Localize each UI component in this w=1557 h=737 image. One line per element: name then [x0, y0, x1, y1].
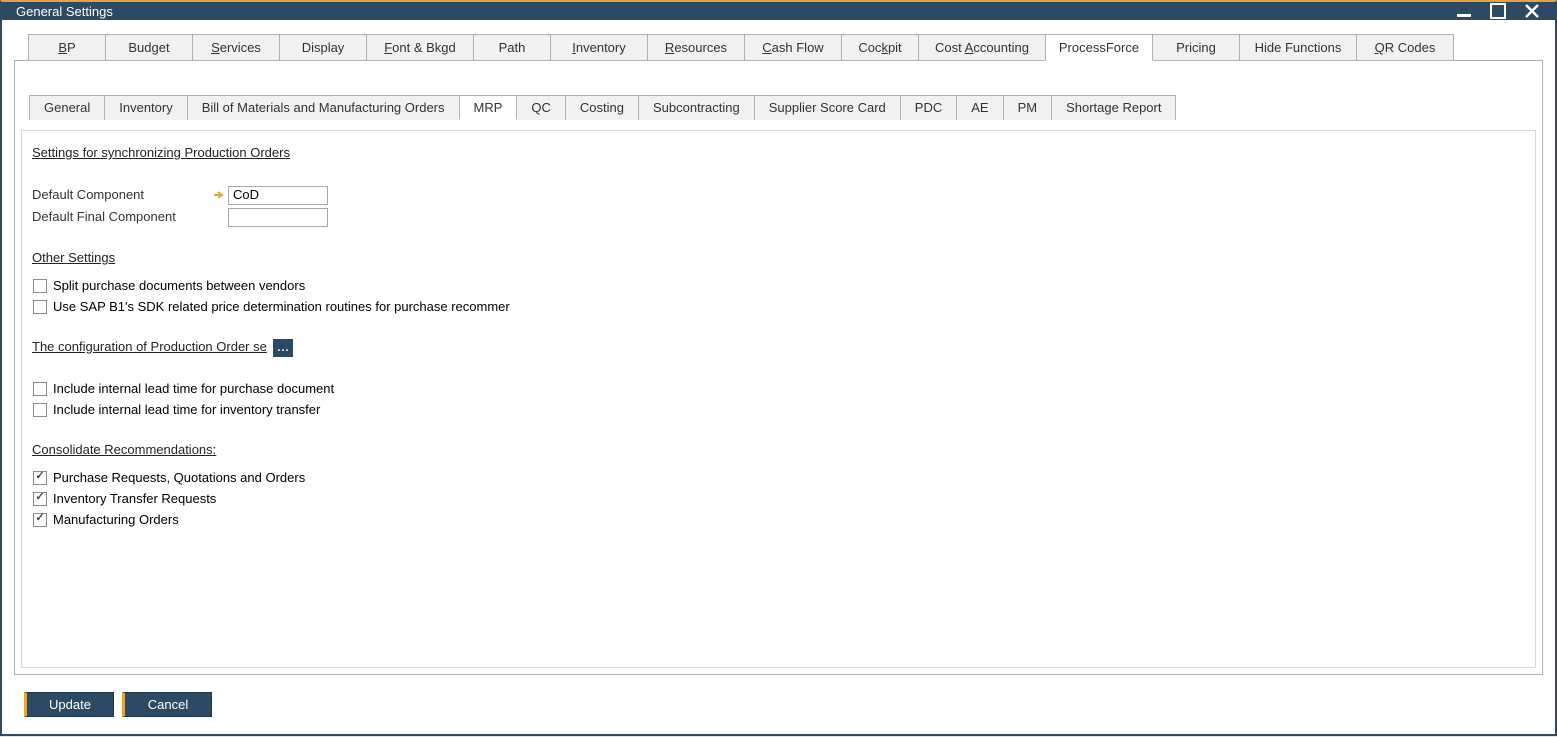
- minimize-icon: [1456, 3, 1472, 19]
- primary-tabs: BPBudgetServicesDisplayFont & BkgdPathIn…: [28, 34, 1529, 61]
- section-consolidate-title: Consolidate Recommendations:: [32, 442, 216, 457]
- secondary-tab-body: Settings for synchronizing Production Or…: [21, 130, 1536, 668]
- checkbox-split-vendors[interactable]: [33, 279, 47, 293]
- tab-font-bkgd[interactable]: Font & Bkgd: [366, 34, 474, 61]
- row-lead-inventory: Include internal lead time for inventory…: [33, 399, 1525, 420]
- label-consolidate-purchase: Purchase Requests, Quotations and Orders: [53, 470, 305, 485]
- maximize-icon: [1490, 3, 1506, 19]
- subtab-pm[interactable]: PM: [1003, 95, 1053, 120]
- link-arrow-icon[interactable]: [212, 188, 226, 202]
- subtab-bill-of-materials-and-manufacturing-orders[interactable]: Bill of Materials and Manufacturing Orde…: [187, 95, 460, 120]
- subtab-qc[interactable]: QC: [516, 95, 566, 120]
- maximize-button[interactable]: [1489, 2, 1507, 20]
- window: General Settings BPBudgetServicesDisplay…: [0, 0, 1557, 736]
- label-default-component: Default Component: [32, 184, 212, 206]
- tab-cost-accounting[interactable]: Cost Accounting: [918, 34, 1046, 61]
- tab-cockpit[interactable]: Cockpit: [841, 34, 919, 61]
- tab-display[interactable]: Display: [279, 34, 367, 61]
- row-default-final-component: Default Final Component: [32, 206, 1525, 228]
- buttons-row: Update Cancel: [14, 686, 1543, 727]
- more-button[interactable]: ...: [273, 339, 293, 357]
- secondary-tabs: GeneralInventoryBill of Materials and Ma…: [29, 95, 1528, 120]
- row-consolidate-manufacturing: Manufacturing Orders: [33, 509, 1525, 530]
- close-button[interactable]: [1523, 2, 1541, 20]
- label-consolidate-inventory: Inventory Transfer Requests: [53, 491, 216, 506]
- row-config-production-order: The configuration of Production Order se…: [32, 335, 1525, 360]
- row-lead-purchase: Include internal lead time for purchase …: [33, 378, 1525, 399]
- label-split-vendors: Split purchase documents between vendors: [53, 278, 305, 293]
- checkbox-sdk-routines[interactable]: [33, 300, 47, 314]
- input-default-final-component[interactable]: [228, 208, 328, 227]
- row-consolidate-inventory: Inventory Transfer Requests: [33, 488, 1525, 509]
- close-icon: [1524, 3, 1540, 19]
- tab-hide-functions[interactable]: Hide Functions: [1239, 34, 1357, 61]
- section-other-title: Other Settings: [32, 250, 115, 265]
- checkbox-lead-inventory[interactable]: [33, 403, 47, 417]
- label-consolidate-manufacturing: Manufacturing Orders: [53, 512, 179, 527]
- tab-budget[interactable]: Budget: [105, 34, 193, 61]
- row-sdk-routines: Use SAP B1's SDK related price determina…: [33, 296, 1525, 317]
- label-lead-purchase: Include internal lead time for purchase …: [53, 381, 334, 396]
- update-button[interactable]: Update: [24, 692, 114, 717]
- checkbox-consolidate-inventory[interactable]: [33, 492, 47, 506]
- minimize-button[interactable]: [1455, 2, 1473, 20]
- label-sdk-routines: Use SAP B1's SDK related price determina…: [53, 299, 510, 314]
- row-split-vendors: Split purchase documents between vendors: [33, 275, 1525, 296]
- tab-bp[interactable]: BP: [28, 34, 106, 61]
- subtab-subcontracting[interactable]: Subcontracting: [638, 95, 755, 120]
- label-default-final-component: Default Final Component: [32, 206, 228, 228]
- checkbox-lead-purchase[interactable]: [33, 382, 47, 396]
- subtab-ae[interactable]: AE: [956, 95, 1003, 120]
- tab-processforce[interactable]: ProcessForce: [1045, 34, 1153, 61]
- subtab-supplier-score-card[interactable]: Supplier Score Card: [754, 95, 901, 120]
- tab-resources[interactable]: Resources: [647, 34, 745, 61]
- primary-tab-body: GeneralInventoryBill of Materials and Ma…: [14, 60, 1543, 675]
- tab-services[interactable]: Services: [192, 34, 280, 61]
- subtab-pdc[interactable]: PDC: [900, 95, 957, 120]
- titlebar: General Settings: [2, 2, 1555, 20]
- tab-cash-flow[interactable]: Cash Flow: [744, 34, 842, 61]
- window-title: General Settings: [16, 4, 1455, 19]
- checkbox-consolidate-manufacturing[interactable]: [33, 513, 47, 527]
- cancel-button[interactable]: Cancel: [122, 692, 212, 717]
- tab-qr-codes[interactable]: QR Codes: [1356, 34, 1454, 61]
- section-sync-title: Settings for synchronizing Production Or…: [32, 145, 290, 160]
- subtab-general[interactable]: General: [29, 95, 105, 120]
- row-default-component: Default Component CoD: [32, 184, 1525, 206]
- subtab-mrp[interactable]: MRP: [459, 95, 518, 120]
- section-config-title: The configuration of Production Order se: [32, 339, 267, 354]
- content: BPBudgetServicesDisplayFont & BkgdPathIn…: [2, 20, 1555, 737]
- subtab-shortage-report[interactable]: Shortage Report: [1051, 95, 1176, 120]
- subtab-costing[interactable]: Costing: [565, 95, 639, 120]
- tab-inventory[interactable]: Inventory: [550, 34, 648, 61]
- checkbox-consolidate-purchase[interactable]: [33, 471, 47, 485]
- tab-pricing[interactable]: Pricing: [1152, 34, 1240, 61]
- tab-path[interactable]: Path: [473, 34, 551, 61]
- label-lead-inventory: Include internal lead time for inventory…: [53, 402, 320, 417]
- input-default-component[interactable]: CoD: [228, 186, 328, 205]
- window-controls: [1455, 2, 1541, 20]
- subtab-inventory[interactable]: Inventory: [104, 95, 187, 120]
- row-consolidate-purchase: Purchase Requests, Quotations and Orders: [33, 467, 1525, 488]
